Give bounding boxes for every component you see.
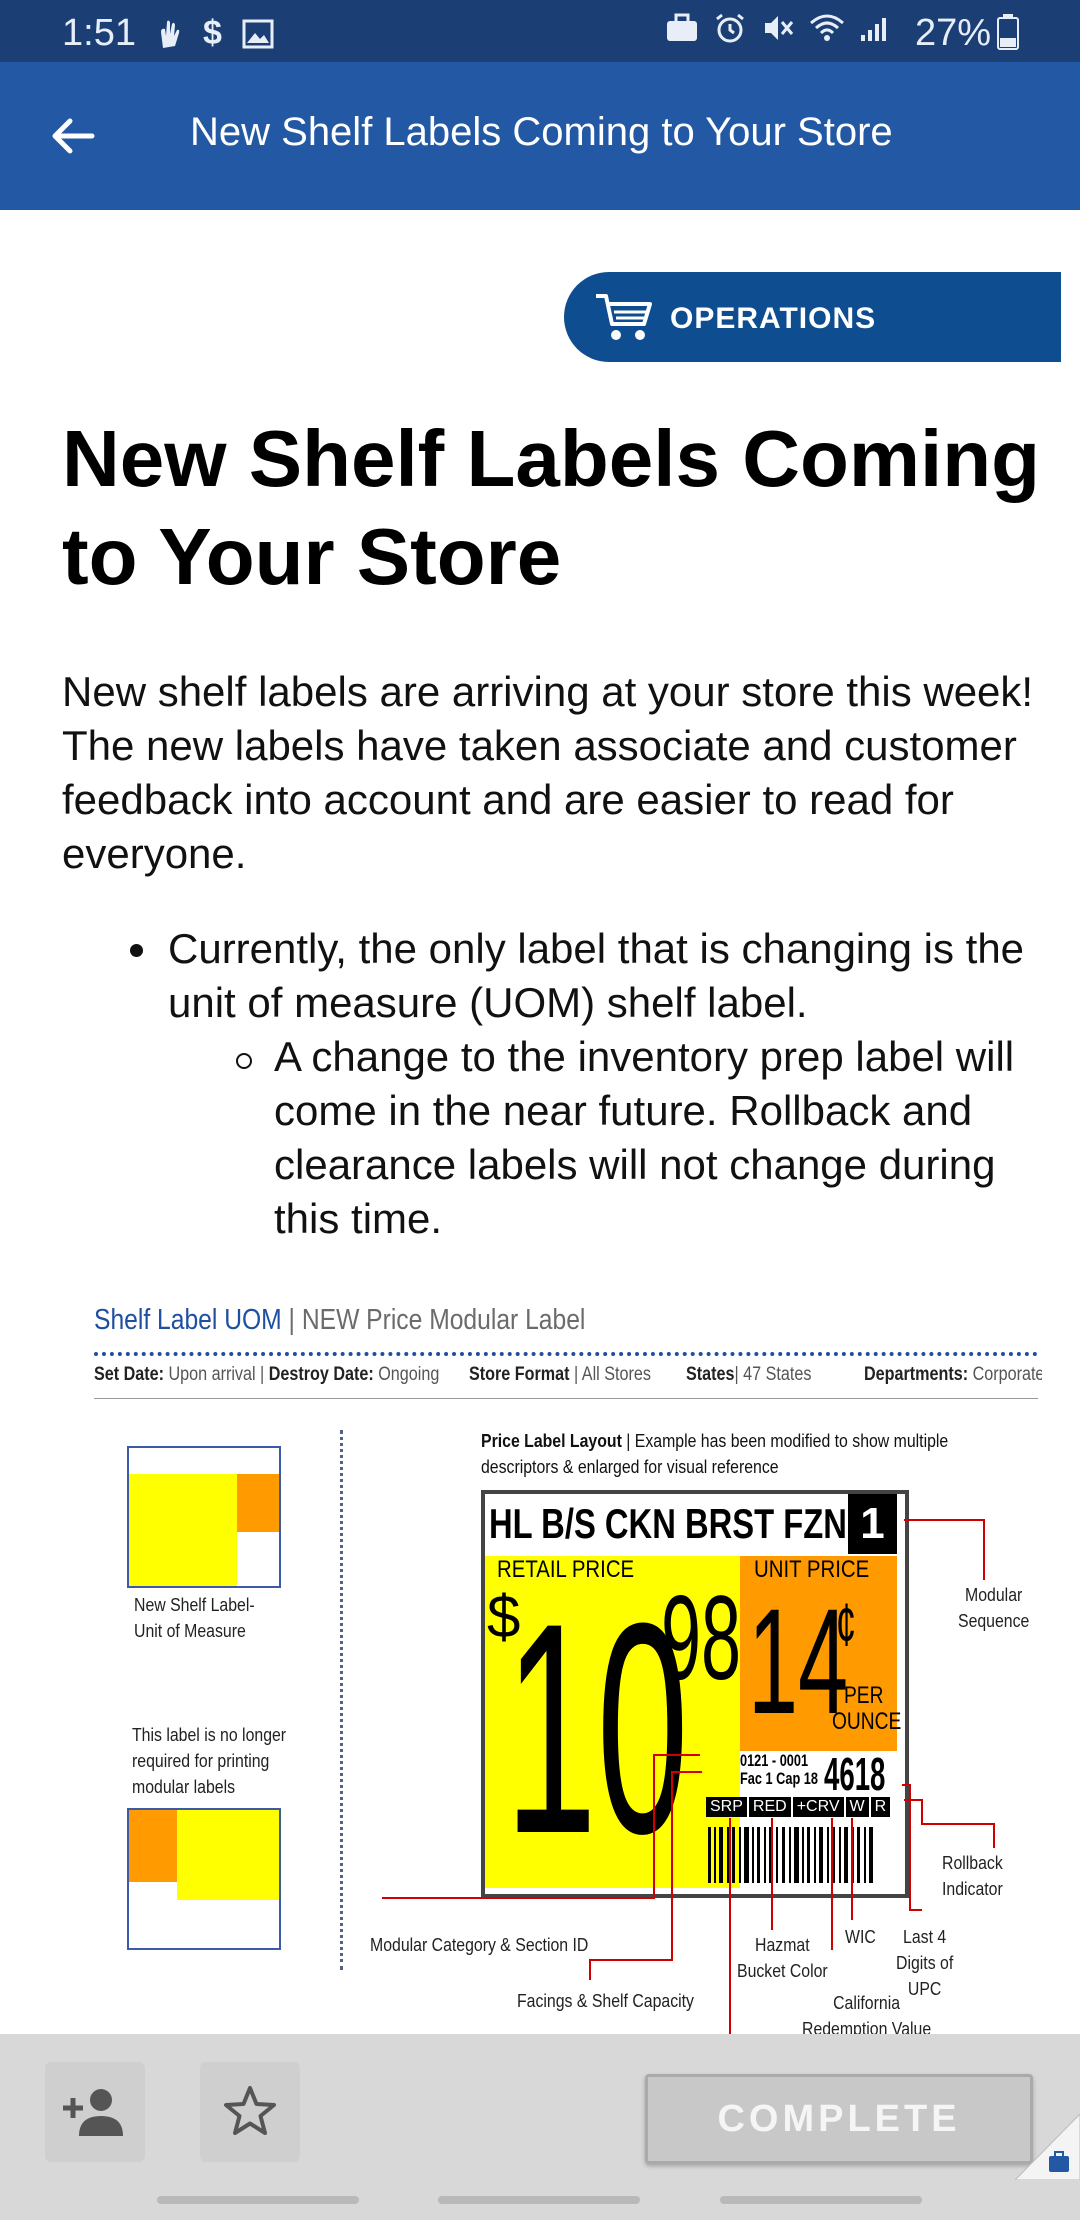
article-title: New Shelf Labels Coming to Your Store bbox=[62, 414, 1040, 601]
briefcase-icon bbox=[667, 13, 697, 41]
notification-icons: $ bbox=[155, 14, 274, 53]
callout-modular-category: Modular Category & Section ID bbox=[370, 1935, 589, 1955]
battery-percentage: 27% bbox=[915, 12, 992, 54]
sub-bullet-text: A change to the inventory prep label wil… bbox=[274, 1033, 1015, 1242]
app-bar: New Shelf Labels Coming to Your Store bbox=[0, 62, 1080, 210]
callout-facings: Facings & Shelf Capacity bbox=[517, 1991, 694, 2011]
star-outline-icon bbox=[224, 2086, 276, 2135]
nav-handle-left bbox=[157, 2196, 359, 2204]
bullet-dot bbox=[130, 944, 143, 957]
signal-icon bbox=[861, 18, 886, 41]
callout-hazmat: Hazmat Bucket Color bbox=[737, 1935, 828, 1981]
dollar-notification-icon: $ bbox=[203, 14, 222, 52]
hand-notification-icon bbox=[161, 20, 180, 48]
callout-rollback: Rollback Indicator bbox=[942, 1853, 1003, 1899]
back-arrow-icon[interactable] bbox=[44, 106, 104, 166]
operations-label: OPERATIONS bbox=[670, 302, 877, 335]
callout-california: California Redemption Value bbox=[802, 1993, 932, 2036]
image-notification-icon bbox=[242, 19, 274, 48]
complete-button[interactable]: COMPLETE bbox=[645, 2074, 1033, 2164]
bottom-action-bar: COMPLETE bbox=[0, 2034, 1080, 2220]
wifi-icon bbox=[810, 14, 844, 41]
app-bar-title: New Shelf Labels Coming to Your Store bbox=[190, 110, 893, 154]
favorite-button[interactable] bbox=[200, 2062, 300, 2162]
shelf-label-figure: Shelf Label UOM | NEW Price Modular Labe… bbox=[62, 1290, 1042, 2036]
battery-icon bbox=[997, 14, 1019, 50]
bullet-circle bbox=[236, 1053, 252, 1069]
mute-icon bbox=[765, 16, 794, 40]
status-time: 1:51 bbox=[62, 12, 136, 54]
callout-lines bbox=[382, 1519, 995, 2036]
add-person-icon bbox=[63, 2089, 123, 2136]
corner-fold-icon bbox=[1015, 2114, 1080, 2180]
add-person-button[interactable] bbox=[45, 2062, 145, 2162]
shopping-cart-icon bbox=[596, 294, 652, 340]
alarm-icon bbox=[716, 13, 744, 43]
nav-handle-center bbox=[438, 2196, 640, 2204]
callout-modular-sequence: Modular Sequence bbox=[958, 1585, 1030, 1631]
intro-paragraph: New shelf labels are arriving at your st… bbox=[62, 668, 1034, 877]
bullet-text: Currently, the only label that is changi… bbox=[168, 925, 1025, 1026]
nav-handle-right bbox=[720, 2196, 922, 2204]
callout-wic: WIC bbox=[845, 1927, 876, 1947]
status-bar: 1:51 $ 27% bbox=[0, 0, 1080, 62]
operations-badge: OPERATIONS bbox=[564, 272, 1061, 362]
system-icons bbox=[665, 12, 893, 44]
